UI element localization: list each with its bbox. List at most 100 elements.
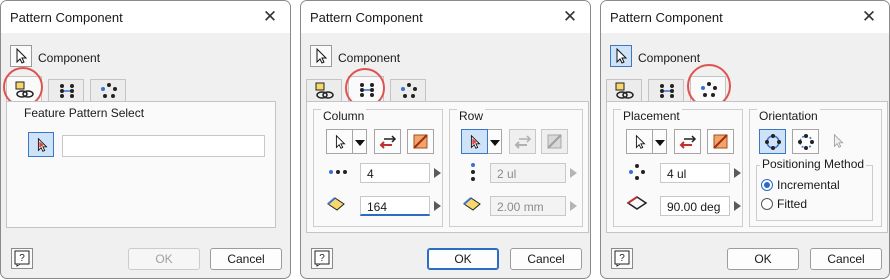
fitted-label: Fitted xyxy=(777,197,808,211)
title-bar: Pattern Component ✕ xyxy=(1,1,290,33)
midplane-icon xyxy=(413,134,428,149)
close-icon[interactable]: ✕ xyxy=(258,5,282,29)
cursor-arrow-icon xyxy=(635,134,646,149)
midplane-button[interactable] xyxy=(707,129,734,154)
rectangular-pattern-icon xyxy=(660,84,674,98)
row-heading: Row xyxy=(457,109,486,123)
occurrence-count-arrow[interactable] xyxy=(730,163,744,183)
flip-direction-button[interactable] xyxy=(374,129,401,154)
cursor-arrow-icon xyxy=(316,47,328,64)
flip-direction-button[interactable] xyxy=(674,129,701,154)
tab-circular-pattern[interactable] xyxy=(90,79,126,101)
row-direction-select-button[interactable] xyxy=(461,129,488,154)
tab-panel: Feature Pattern Select xyxy=(6,101,276,228)
row-spacing-field[interactable]: 2.00 mm xyxy=(490,196,566,216)
positioning-method-group: Positioning Method Incremental Fitted xyxy=(756,157,873,221)
svg-text:?: ? xyxy=(19,253,25,264)
help-icon: ? xyxy=(14,250,30,267)
fixed-orientation-button[interactable] xyxy=(792,129,819,154)
cursor-arrow-icon xyxy=(616,47,628,64)
feature-pattern-select-icon xyxy=(315,82,334,99)
tab-feature-pattern-select[interactable] xyxy=(606,79,642,101)
placement-heading: Placement xyxy=(621,109,682,123)
cursor-arrow-icon xyxy=(335,134,346,149)
row-midplane-button[interactable] xyxy=(541,129,568,154)
row-count-icon xyxy=(471,163,475,181)
ok-button[interactable]: OK xyxy=(727,248,799,270)
feature-pattern-group: Feature Pattern Select xyxy=(16,106,266,223)
tab-feature-pattern-select[interactable] xyxy=(306,79,342,101)
svg-text:?: ? xyxy=(619,253,625,264)
component-select-button[interactable] xyxy=(310,45,332,67)
axis-dropdown[interactable] xyxy=(653,129,667,154)
help-button[interactable]: ? xyxy=(611,248,633,269)
cancel-button[interactable]: Cancel xyxy=(210,248,282,270)
cursor-arrow-icon xyxy=(16,47,28,64)
rotational-orientation-icon xyxy=(765,134,781,150)
pattern-component-dialog-rectangular: Pattern Component ✕ Component Column 4 1… xyxy=(300,0,591,279)
tab-rectangular-pattern[interactable] xyxy=(48,79,84,101)
flip-direction-icon xyxy=(514,135,532,149)
row-count-arrow[interactable] xyxy=(566,163,580,183)
column-direction-dropdown[interactable] xyxy=(353,129,367,154)
placement-group: Placement 4 ul 90.00 deg xyxy=(613,109,743,227)
cancel-button[interactable]: Cancel xyxy=(810,248,882,270)
row-direction-dropdown[interactable] xyxy=(488,129,502,154)
midplane-button[interactable] xyxy=(407,129,434,154)
close-icon[interactable]: ✕ xyxy=(558,5,582,29)
pattern-component-dialog-circular: Pattern Component ✕ Component Placement … xyxy=(600,0,890,279)
dialog-title: Pattern Component xyxy=(10,10,123,25)
column-group: Column 4 164 xyxy=(313,109,443,227)
close-icon[interactable]: ✕ xyxy=(857,5,881,29)
column-direction-select-button[interactable] xyxy=(326,129,353,154)
pattern-component-dialog-feature-select: Pattern Component ✕ Component Feature Pa… xyxy=(0,0,291,279)
column-count-arrow[interactable] xyxy=(430,163,444,183)
rectangular-pattern-icon xyxy=(60,84,74,98)
midplane-icon xyxy=(547,134,562,149)
component-select-button[interactable] xyxy=(610,45,632,67)
row-spacing-arrow[interactable] xyxy=(566,196,580,216)
feature-pattern-heading: Feature Pattern Select xyxy=(24,106,145,120)
rotational-orientation-button[interactable] xyxy=(759,129,786,154)
cursor-arrow-icon xyxy=(470,134,481,149)
flip-direction-icon xyxy=(679,135,697,149)
ok-button[interactable]: OK xyxy=(128,248,200,270)
tab-circular-pattern[interactable] xyxy=(390,79,426,101)
feature-pattern-select-button[interactable] xyxy=(28,132,54,157)
component-label: Component xyxy=(338,51,401,65)
svg-text:?: ? xyxy=(319,253,325,264)
incremental-radio[interactable] xyxy=(761,179,773,191)
help-button[interactable]: ? xyxy=(11,248,33,269)
help-icon: ? xyxy=(314,250,330,267)
axis-select-button[interactable] xyxy=(626,129,653,154)
row-group: Row 2 ul 2.00 mm xyxy=(449,109,583,227)
fitted-radio[interactable] xyxy=(761,198,773,210)
feature-pattern-select-icon xyxy=(615,82,634,99)
row-count-field[interactable]: 2 ul xyxy=(490,163,566,183)
midplane-icon xyxy=(713,134,728,149)
help-icon: ? xyxy=(614,250,630,267)
angle-arrow[interactable] xyxy=(730,196,744,216)
flip-direction-icon xyxy=(379,135,397,149)
row-spacing-icon xyxy=(463,197,481,211)
tab-rectangular-pattern[interactable] xyxy=(648,79,684,101)
base-selection-button[interactable] xyxy=(825,129,852,154)
cancel-button[interactable]: Cancel xyxy=(510,248,582,270)
component-select-button[interactable] xyxy=(10,45,32,67)
circular-pattern-icon xyxy=(401,83,417,98)
cursor-arrow-icon xyxy=(37,137,48,152)
column-spacing-field[interactable]: 164 xyxy=(360,196,430,216)
occurrence-count-field[interactable]: 4 ul xyxy=(660,163,730,183)
column-spacing-arrow[interactable] xyxy=(430,196,444,216)
angle-field[interactable]: 90.00 deg xyxy=(660,196,730,216)
column-count-field[interactable]: 4 xyxy=(360,163,430,183)
feature-pattern-field[interactable] xyxy=(62,135,265,157)
positioning-method-heading: Positioning Method xyxy=(760,157,867,171)
cursor-arrow-icon xyxy=(833,133,844,148)
title-bar: Pattern Component ✕ xyxy=(301,1,590,33)
help-button[interactable]: ? xyxy=(311,248,333,269)
row-flip-direction-button[interactable] xyxy=(509,129,536,154)
column-spacing-icon xyxy=(327,197,345,211)
ok-button[interactable]: OK xyxy=(427,248,499,270)
dialog-title: Pattern Component xyxy=(310,10,423,25)
